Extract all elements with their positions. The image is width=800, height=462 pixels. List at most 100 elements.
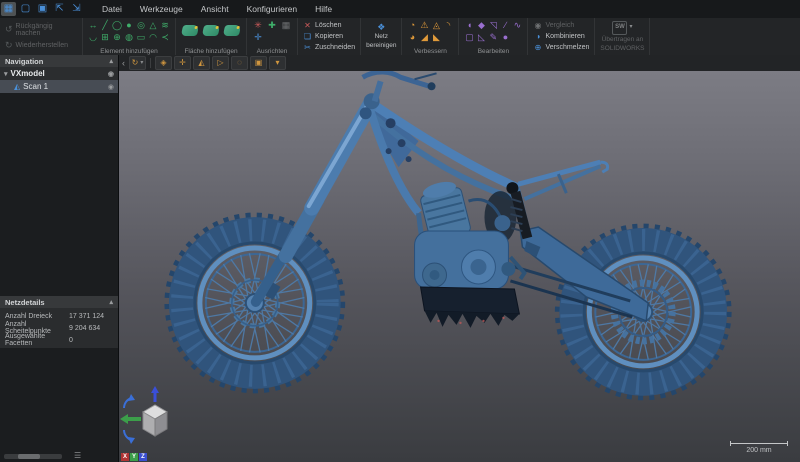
new-file-icon[interactable]: ▢ bbox=[18, 2, 33, 16]
improve-icon-3[interactable]: ◬ bbox=[433, 21, 440, 30]
merge-icon: ⊕ bbox=[533, 43, 542, 52]
clean-mesh-button[interactable]: ❖ Netz bereinigen bbox=[361, 18, 402, 55]
group-ausrichten: ✳ ✚ ▦ ✛ Ausrichten bbox=[247, 18, 298, 55]
element-icon-1[interactable]: ↔ bbox=[89, 21, 98, 30]
surface-patch-icon-2[interactable] bbox=[202, 25, 220, 36]
element-icon-14[interactable]: ≺ bbox=[161, 33, 169, 42]
edit-icon-9[interactable]: ● bbox=[503, 33, 508, 42]
combine-icon: ◑ bbox=[533, 32, 542, 41]
element-icon-9[interactable]: ⊞ bbox=[101, 33, 109, 42]
align-icon-4[interactable]: ✛ bbox=[254, 33, 262, 42]
3d-canvas[interactable]: X Y Z 200 mm bbox=[119, 71, 800, 462]
element-icon-12[interactable]: ▭ bbox=[137, 33, 146, 42]
combine-buttons-stack: ◉ Vergleich ◑ Kombinieren ⊕ Verschmelzen bbox=[528, 18, 595, 55]
delete-icon: ✕ bbox=[303, 21, 312, 30]
copy-button[interactable]: ❏ Kopieren bbox=[303, 32, 355, 41]
edit-icon-5[interactable]: ∿ bbox=[514, 21, 522, 30]
edit-icon-2[interactable]: ◆ bbox=[478, 21, 485, 30]
edit-icon-1[interactable]: ◖ bbox=[467, 21, 472, 30]
edit-icon-6[interactable]: ▢ bbox=[465, 33, 474, 42]
select-visible-button[interactable]: ▷ bbox=[212, 56, 229, 70]
align-icon-3[interactable]: ▦ bbox=[282, 21, 291, 30]
align-icon-1[interactable]: ✳ bbox=[254, 21, 262, 30]
undo-redo-group: ↺ Rückgängig machen ↻ Wiederherstellen bbox=[0, 18, 83, 55]
merge-button[interactable]: ⊕ Verschmelzen bbox=[533, 43, 589, 52]
improve-icon-5[interactable]: ◕ bbox=[410, 33, 415, 42]
improve-icon-4[interactable]: ◝ bbox=[447, 21, 451, 30]
element-icon-2[interactable]: ╱ bbox=[102, 21, 107, 30]
view-cube[interactable] bbox=[119, 386, 191, 452]
orbit-tool-button[interactable]: ↻▾ bbox=[129, 56, 146, 70]
selection-more-dropdown[interactable]: ▾ bbox=[269, 56, 286, 70]
copy-icon: ❏ bbox=[303, 32, 312, 41]
edit-icon-8[interactable]: ✎ bbox=[490, 33, 498, 42]
element-icon-11[interactable]: ◍ bbox=[125, 33, 133, 42]
motorcycle-scan-mesh bbox=[119, 71, 800, 462]
scale-label: 200 mm bbox=[730, 447, 788, 454]
save-icon[interactable]: ▣ bbox=[35, 2, 50, 16]
redo-button[interactable]: ↻ Wiederherstellen bbox=[5, 40, 77, 51]
export-icon[interactable]: ⇲ bbox=[69, 2, 84, 16]
element-icon-7[interactable]: ≋ bbox=[161, 21, 169, 30]
element-icon-13[interactable]: ◠ bbox=[149, 33, 157, 42]
menu-konfigurieren[interactable]: Konfigurieren bbox=[238, 0, 307, 18]
selected-facet-count: 0 bbox=[69, 337, 73, 344]
select-circle-button[interactable]: ◌ bbox=[231, 56, 248, 70]
transfer-solidworks-button[interactable]: SW ▾ Übertragen an SOLIDWORKS bbox=[595, 18, 650, 55]
edit-icon-4[interactable]: ∕ bbox=[505, 21, 507, 30]
compare-button[interactable]: ◉ Vergleich bbox=[533, 21, 589, 30]
element-icon-10[interactable]: ⊕ bbox=[113, 33, 121, 42]
tree-item-vxmodel[interactable]: ▾ VXmodel ◉ bbox=[0, 67, 118, 80]
app-icon[interactable]: ▦ bbox=[1, 2, 16, 16]
element-icon-6[interactable]: △ bbox=[150, 21, 157, 30]
improve-icon-7[interactable]: ◣ bbox=[433, 33, 440, 42]
undo-button[interactable]: ↺ Rückgängig machen bbox=[5, 23, 77, 37]
panel-collapse-icon[interactable]: ‹ bbox=[122, 58, 125, 68]
delete-button[interactable]: ✕ Löschen bbox=[303, 21, 355, 30]
collapse-icon[interactable]: ▴ bbox=[109, 298, 113, 306]
crop-button[interactable]: ✂ Zuschneiden bbox=[303, 43, 355, 52]
tree-item-scan1[interactable]: ◭ Scan 1 ◉ bbox=[0, 80, 118, 93]
panel-scrollbar[interactable] bbox=[4, 454, 62, 459]
compare-icon: ◉ bbox=[533, 21, 542, 30]
align-icon-2[interactable]: ✚ bbox=[268, 21, 276, 30]
element-icon-8[interactable]: ◡ bbox=[89, 33, 97, 42]
import-icon[interactable]: ⇱ bbox=[52, 2, 67, 16]
edit-icon-7[interactable]: ◺ bbox=[478, 33, 485, 42]
clean-mesh-icon: ❖ bbox=[377, 23, 385, 32]
mesh-details-panel: Netzdetails ▴ Anzahl Dreieck 17 371 124 … bbox=[0, 296, 118, 348]
combine-button[interactable]: ◑ Kombinieren bbox=[533, 32, 589, 41]
select-rect-button[interactable]: ▣ bbox=[250, 56, 267, 70]
menu-ansicht[interactable]: Ansicht bbox=[192, 0, 238, 18]
edit-icon-3[interactable]: ◹ bbox=[490, 21, 497, 30]
menu-hilfe[interactable]: Hilfe bbox=[306, 0, 341, 18]
handlebar bbox=[363, 72, 437, 101]
redo-icon: ↻ bbox=[5, 40, 13, 51]
menu-werkzeuge[interactable]: Werkzeuge bbox=[131, 0, 192, 18]
viewport-toolbar: ‹ ↻▾ ◈ ✛ ◭ ▷ ◌ ▣ ▾ bbox=[119, 55, 800, 72]
element-icon-3[interactable]: ◯ bbox=[112, 21, 122, 30]
menu-datei[interactable]: Datei bbox=[93, 0, 131, 18]
element-icon-5[interactable]: ◎ bbox=[137, 21, 145, 30]
collapse-icon[interactable]: ▴ bbox=[109, 57, 113, 65]
pan-view-button[interactable]: ✛ bbox=[174, 56, 191, 70]
fit-view-button[interactable]: ◈ bbox=[155, 56, 172, 70]
panel-bottom-bar: ☰ bbox=[0, 450, 118, 462]
element-icon-4[interactable]: ● bbox=[126, 21, 131, 30]
surface-patch-icon-3[interactable] bbox=[223, 25, 241, 36]
expander-icon[interactable]: ▾ bbox=[4, 70, 8, 78]
mesh-icon: ◭ bbox=[14, 82, 20, 91]
list-view-icon[interactable]: ☰ bbox=[74, 452, 81, 460]
group-element-hinzufuegen: ↔ ╱ ◯ ● ◎ △ ≋ ◡ ⊞ ⊕ ◍ ▭ ◠ ≺ Element hinz… bbox=[83, 18, 176, 55]
mesh-details-header[interactable]: Netzdetails ▴ bbox=[0, 296, 118, 308]
improve-icon-2[interactable]: ⚠ bbox=[420, 21, 428, 30]
select-through-button[interactable]: ◭ bbox=[193, 56, 210, 70]
improve-icon-6[interactable]: ◢ bbox=[421, 33, 428, 42]
surface-patch-icon-1[interactable] bbox=[181, 25, 199, 36]
visibility-eye-icon[interactable]: ◉ bbox=[108, 83, 114, 91]
improve-icon-1[interactable]: ◔ bbox=[410, 21, 415, 30]
group-label: Ausrichten bbox=[247, 48, 297, 55]
solidworks-cube-icon: SW bbox=[612, 21, 627, 35]
navigation-header[interactable]: Navigation ▴ bbox=[0, 55, 118, 67]
visibility-eye-icon[interactable]: ◉ bbox=[108, 70, 114, 78]
